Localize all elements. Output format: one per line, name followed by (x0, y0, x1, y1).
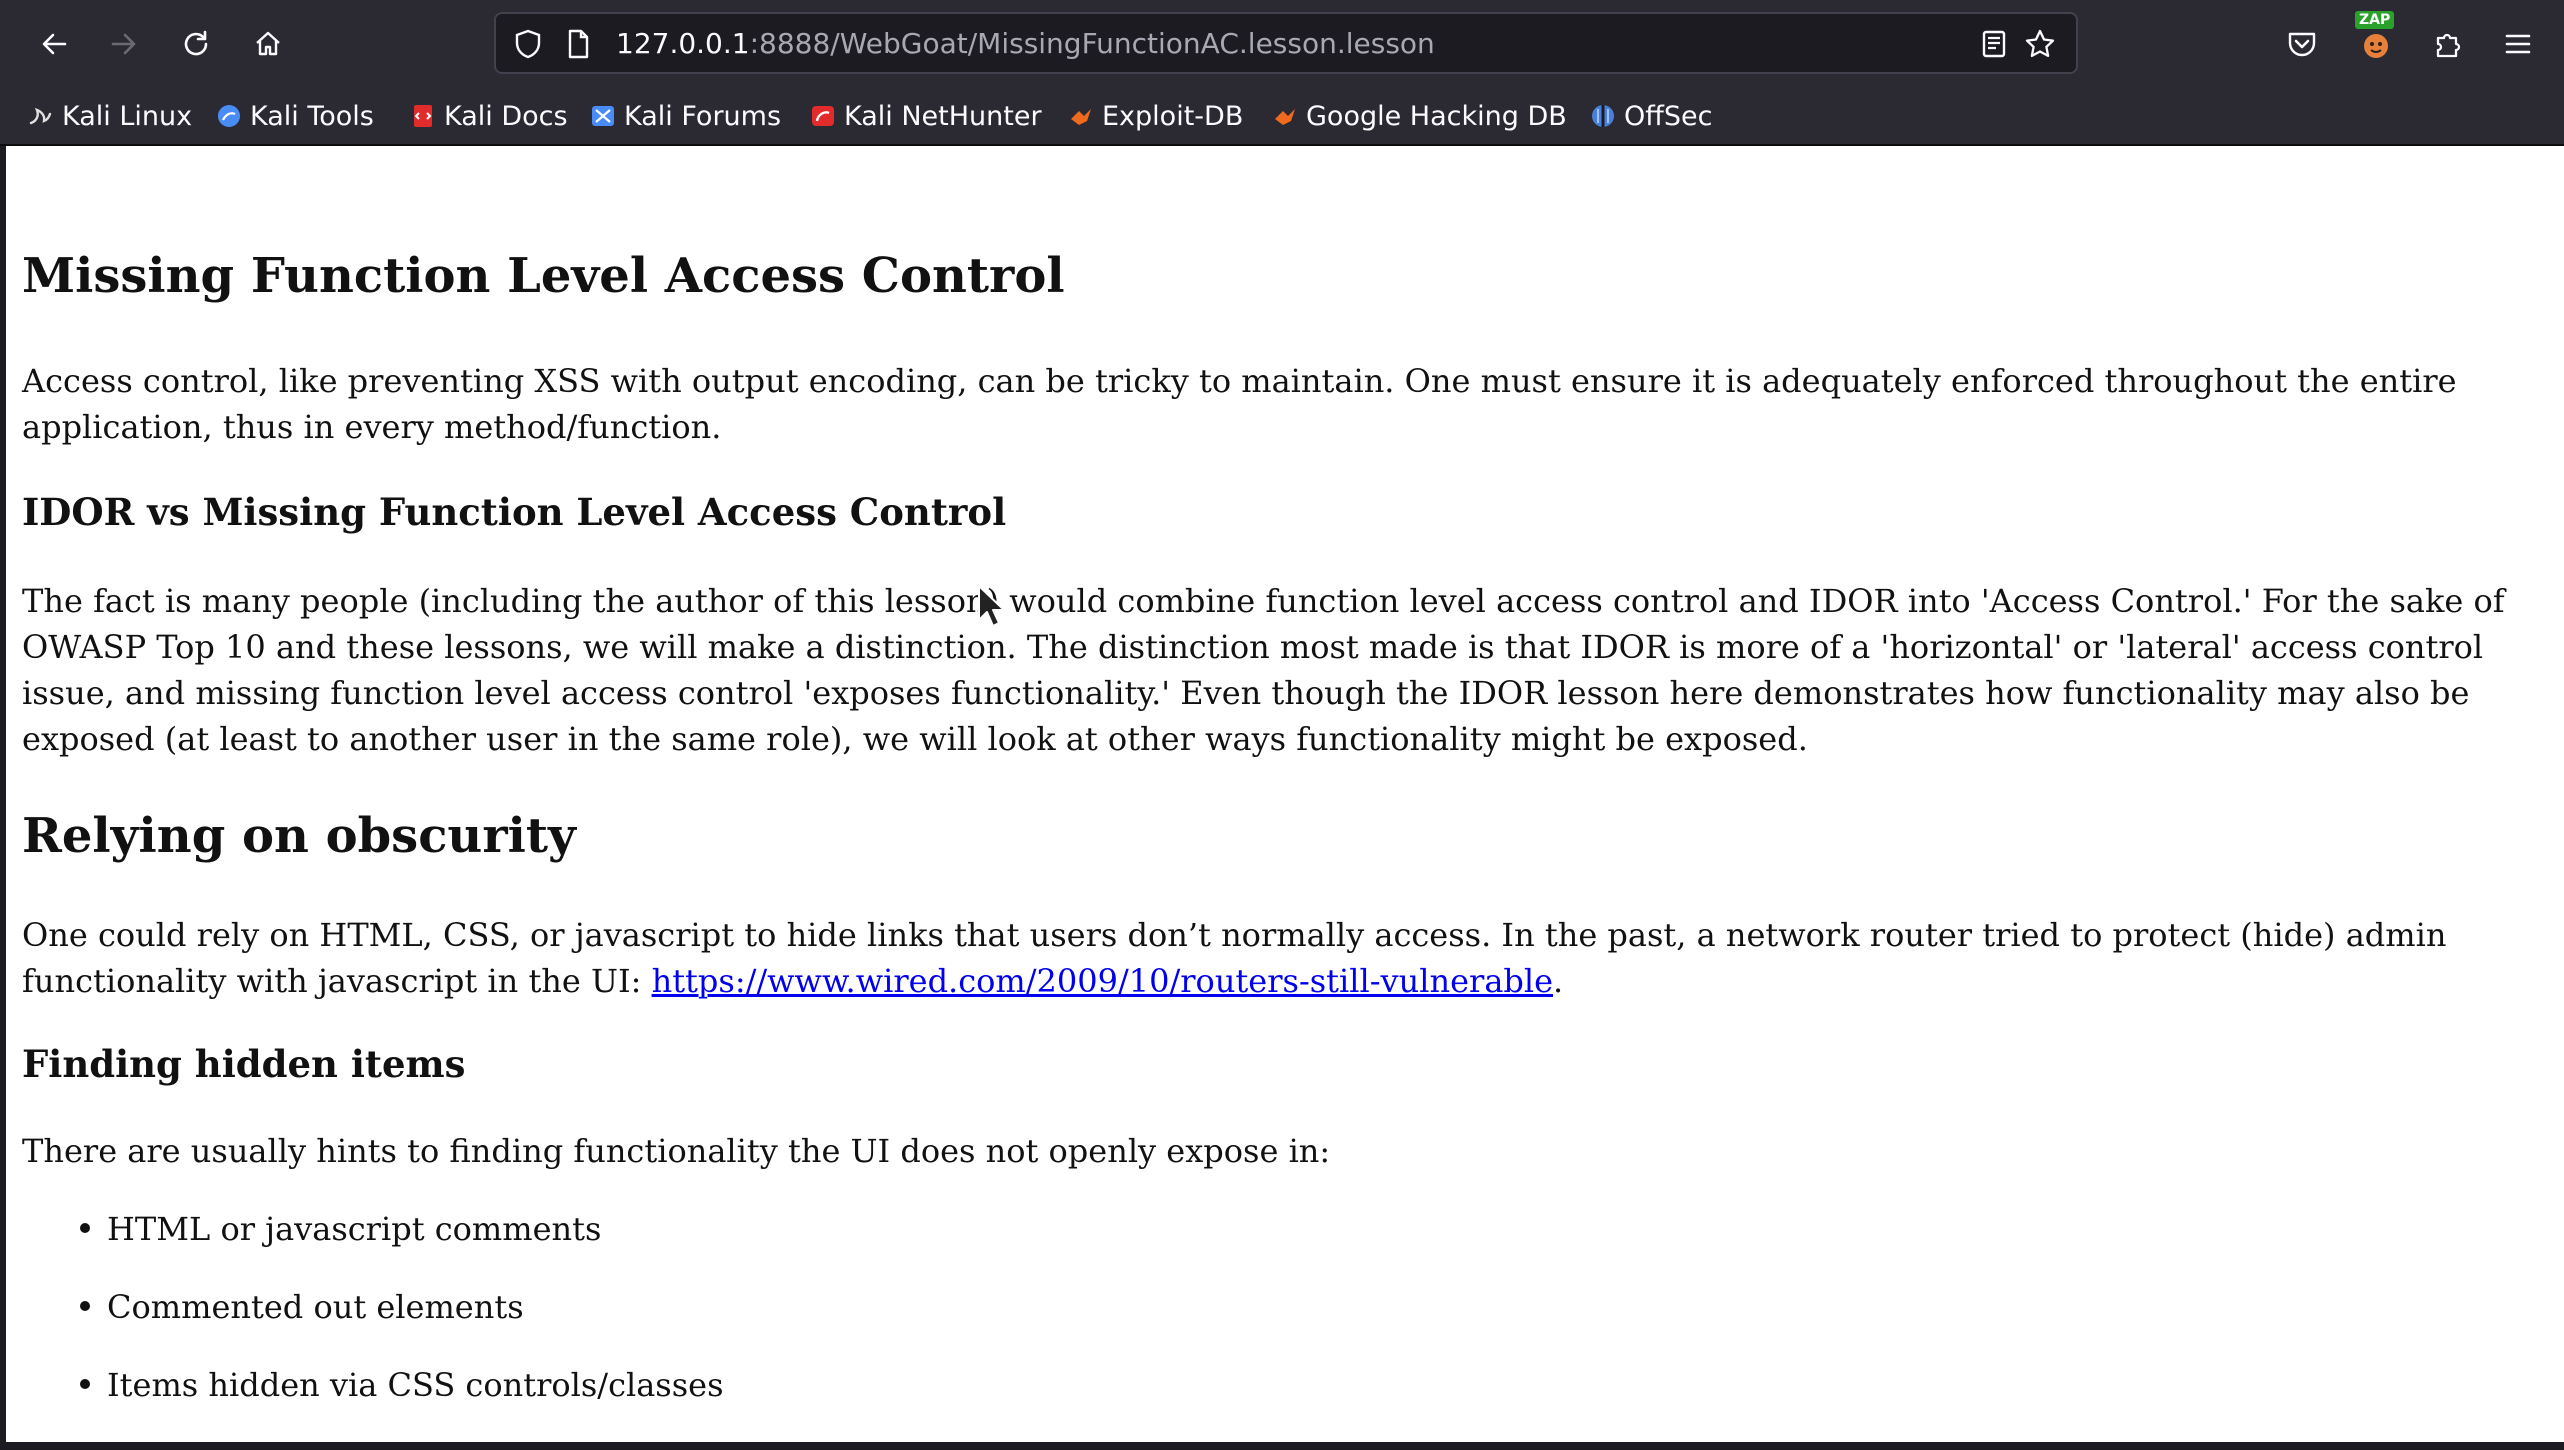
page-content: Missing Function Level Access Control Ac… (6, 146, 2564, 1442)
kali-dragon-icon (28, 103, 54, 129)
back-button[interactable] (24, 14, 84, 74)
bookmark-label: Exploit-DB (1102, 100, 1244, 132)
exploit-db-icon (1068, 103, 1094, 129)
list-item: Items hidden via CSS controls/classes (22, 1362, 724, 1440)
address-bar[interactable]: 127.0.0.1:8888/WebGoat/MissingFunctionAC… (494, 12, 2078, 74)
kali-docs-icon (410, 103, 436, 129)
kali-forums-icon (590, 103, 616, 129)
wired-article-link[interactable]: https://www.wired.com/2009/10/routers-st… (652, 962, 1553, 1000)
list-item-text: HTML or javascript comments (107, 1210, 602, 1248)
puzzle-piece-icon (2436, 33, 2461, 58)
extensions-button[interactable] (2418, 14, 2478, 74)
bookmark-label: Kali NetHunter (844, 100, 1042, 132)
url-host: 127.0.0.1 (616, 27, 750, 60)
bookmarks-toolbar: Kali Linux Kali Tools Kali Docs Kali For… (0, 88, 2564, 146)
forward-arrow-icon (111, 33, 136, 55)
window-bottom-edge (0, 1442, 2564, 1450)
obscurity-end: . (1553, 962, 1564, 1000)
bookmark-offsec[interactable]: OffSec (1590, 96, 1712, 136)
hidden-items-list: HTML or javascript comments Commented ou… (22, 1206, 724, 1440)
bookmark-kali-tools[interactable]: Kali Tools (216, 96, 374, 136)
bullet-icon (80, 1379, 90, 1389)
bookmark-label: Kali Forums (624, 100, 782, 132)
bookmark-kali-linux[interactable]: Kali Linux (28, 96, 192, 136)
hidden-items-paragraph: There are usually hints to finding funct… (22, 1132, 1331, 1170)
back-arrow-icon (42, 33, 67, 55)
bookmark-kali-nethunter[interactable]: Kali NetHunter (810, 96, 1042, 136)
ghdb-icon (1272, 103, 1298, 129)
zap-extension-button[interactable]: ZAP (2346, 11, 2406, 74)
home-button[interactable] (238, 14, 298, 74)
offsec-icon (1590, 103, 1616, 129)
forward-button[interactable] (94, 14, 154, 74)
obscurity-heading: Relying on obscurity (22, 808, 576, 864)
page-info-icon[interactable] (562, 28, 594, 60)
list-item-text: Items hidden via CSS controls/classes (107, 1366, 724, 1404)
reader-view-icon[interactable] (1978, 28, 2010, 60)
bullet-icon (80, 1223, 90, 1233)
list-item: HTML or javascript comments (22, 1206, 724, 1284)
idor-paragraph: The fact is many people (including the a… (22, 582, 2505, 758)
intro-paragraph: Access control, like preventing XSS with… (22, 362, 2457, 446)
bookmark-exploit-db[interactable]: Exploit-DB (1068, 96, 1243, 136)
idor-heading: IDOR vs Missing Function Level Access Co… (22, 490, 1007, 534)
url-path: :8888/WebGoat/MissingFunctionAC.lesson.l… (749, 27, 1435, 60)
bookmark-kali-docs[interactable]: Kali Docs (410, 96, 568, 136)
reload-icon (184, 30, 208, 56)
bookmark-google-hacking-db[interactable]: Google Hacking DB (1272, 96, 1567, 136)
browser-toolbar: 127.0.0.1:8888/WebGoat/MissingFunctionAC… (0, 0, 2564, 88)
bookmark-label: Google Hacking DB (1306, 100, 1567, 132)
list-item: Commented out elements (22, 1284, 724, 1362)
kali-tools-icon (216, 103, 242, 129)
home-icon (256, 31, 280, 56)
pocket-button[interactable] (2272, 14, 2332, 74)
bookmark-label: Kali Docs (444, 100, 568, 132)
hidden-items-heading: Finding hidden items (22, 1042, 466, 1086)
shield-icon[interactable] (512, 28, 544, 60)
kali-nethunter-icon (810, 103, 836, 129)
url-text[interactable]: 127.0.0.1:8888/WebGoat/MissingFunctionAC… (616, 27, 1435, 61)
bookmark-label: OffSec (1624, 100, 1713, 132)
reload-button[interactable] (166, 14, 226, 74)
mouse-cursor-icon (978, 585, 1005, 627)
bookmark-label: Kali Linux (62, 100, 193, 132)
pocket-icon (2288, 32, 2316, 57)
zap-extension-icon (2364, 34, 2388, 58)
bullet-icon (80, 1301, 90, 1311)
bookmark-star-icon[interactable] (2024, 28, 2056, 60)
app-menu-button[interactable] (2488, 14, 2548, 74)
bookmark-kali-forums[interactable]: Kali Forums (590, 96, 781, 136)
obscurity-paragraph: One could rely on HTML, CSS, or javascri… (22, 912, 2552, 1004)
page-title: Missing Function Level Access Control (22, 248, 1065, 304)
hamburger-menu-icon (2505, 34, 2531, 54)
zap-badge: ZAP (2355, 11, 2395, 29)
list-item-text: Commented out elements (107, 1288, 524, 1326)
bookmark-label: Kali Tools (250, 100, 374, 132)
